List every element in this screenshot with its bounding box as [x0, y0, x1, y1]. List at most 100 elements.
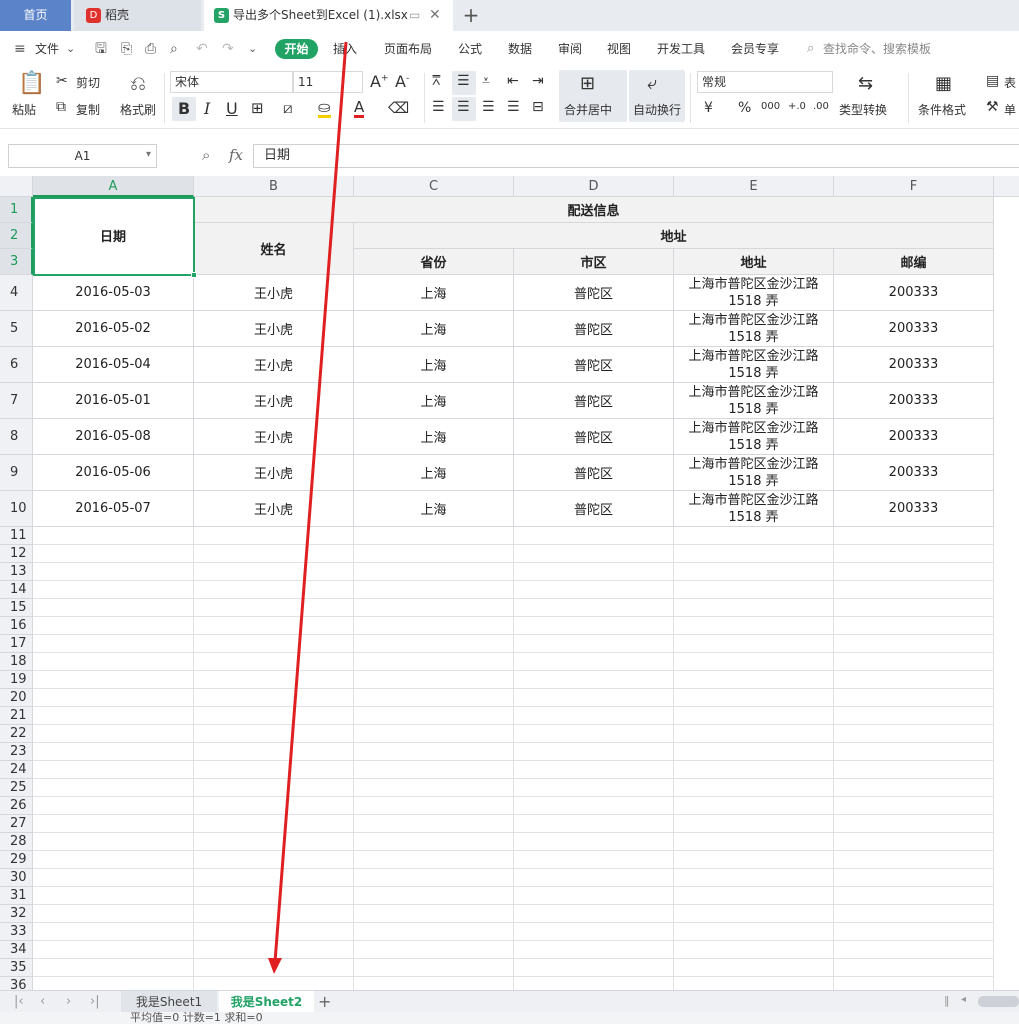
- paste-icon[interactable]: 📋: [18, 71, 45, 96]
- table-style-button[interactable]: 表: [1004, 74, 1016, 91]
- undo-icon[interactable]: ↶: [196, 40, 208, 58]
- copy-button[interactable]: 复制: [76, 101, 100, 118]
- split-handle-icon[interactable]: ‖: [944, 994, 950, 1007]
- cell-style-button[interactable]: 单: [1004, 101, 1016, 118]
- format-painter-icon[interactable]: ⎌: [130, 71, 146, 95]
- copy-icon[interactable]: ⧉: [56, 99, 66, 115]
- row-header-7[interactable]: 7: [0, 383, 33, 419]
- row-header-28[interactable]: 28: [0, 833, 33, 851]
- table-cell[interactable]: 200333: [834, 311, 994, 347]
- sheet-tab-2[interactable]: 我是Sheet2: [219, 991, 314, 1013]
- table-cell[interactable]: 2016-05-07: [33, 491, 194, 527]
- scroll-left-icon[interactable]: ◂: [961, 994, 966, 1005]
- row-header-17[interactable]: 17: [0, 635, 33, 653]
- menu-insert[interactable]: 插入: [333, 40, 357, 58]
- last-sheet-icon[interactable]: ›|: [90, 994, 100, 1009]
- align-middle-icon[interactable]: ☰: [457, 73, 470, 89]
- add-sheet-button[interactable]: +: [318, 992, 331, 1011]
- cell-district-header[interactable]: 市区: [514, 249, 674, 275]
- table-cell[interactable]: 上海市普陀区金沙江路 1518 弄: [674, 455, 834, 491]
- table-cell[interactable]: 王小虎: [194, 311, 354, 347]
- save-icon[interactable]: 🖫: [95, 40, 107, 58]
- table-cell[interactable]: 上海市普陀区金沙江路 1518 弄: [674, 275, 834, 311]
- table-cell[interactable]: 普陀区: [514, 347, 674, 383]
- export-icon[interactable]: ⎘: [121, 40, 132, 58]
- table-cell[interactable]: 上海: [354, 419, 514, 455]
- row-header-33[interactable]: 33: [0, 923, 33, 941]
- close-icon[interactable]: ✕: [429, 0, 441, 31]
- row-header-25[interactable]: 25: [0, 779, 33, 797]
- type-convert-button[interactable]: 类型转换: [839, 101, 887, 118]
- cell-style-icon[interactable]: ⚒: [986, 99, 999, 115]
- table-cell[interactable]: 200333: [834, 419, 994, 455]
- table-cell[interactable]: 上海市普陀区金沙江路 1518 弄: [674, 383, 834, 419]
- menu-start[interactable]: 开始: [275, 39, 318, 59]
- column-header-d[interactable]: D: [514, 176, 674, 197]
- border-icon[interactable]: ⊞: [251, 99, 264, 117]
- menu-view[interactable]: 视图: [607, 40, 631, 58]
- cut-button[interactable]: 剪切: [76, 74, 100, 91]
- row-header-4[interactable]: 4: [0, 275, 33, 311]
- indent-decrease-icon[interactable]: ⇤: [507, 73, 519, 89]
- column-header-g[interactable]: [994, 176, 1019, 197]
- table-cell[interactable]: 上海市普陀区金沙江路 1518 弄: [674, 311, 834, 347]
- distributed-icon[interactable]: ⊟: [532, 99, 544, 115]
- row-header-9[interactable]: 9: [0, 455, 33, 491]
- table-style-icon[interactable]: ▤: [986, 73, 999, 89]
- table-cell[interactable]: 上海市普陀区金沙江路 1518 弄: [674, 347, 834, 383]
- column-header-e[interactable]: E: [674, 176, 834, 197]
- row-header-31[interactable]: 31: [0, 887, 33, 905]
- search-icon[interactable]: ⌕: [807, 40, 814, 58]
- worksheet-grid[interactable]: ABCDEF 1 2 3 4 5 6 7 8 9 10 11 12 13 14 15 16 17 18 19 20 21…: [0, 176, 1019, 990]
- fill-color-icon[interactable]: ⛀: [318, 99, 331, 118]
- chevron-down-icon[interactable]: ⌄: [66, 40, 75, 58]
- table-cell[interactable]: 200333: [834, 347, 994, 383]
- row-header-22[interactable]: 22: [0, 725, 33, 743]
- row-header-2[interactable]: 2: [0, 223, 33, 249]
- print-preview-icon[interactable]: ⌕: [170, 40, 178, 58]
- table-cell[interactable]: 200333: [834, 491, 994, 527]
- bold-button[interactable]: B: [178, 99, 190, 118]
- row-header-21[interactable]: 21: [0, 707, 33, 725]
- row-header-11[interactable]: 11: [0, 527, 33, 545]
- cell-address-group[interactable]: 地址: [354, 223, 994, 249]
- decrease-decimal-button[interactable]: .00: [813, 101, 829, 112]
- tab-file[interactable]: S 导出多个Sheet到Excel (1).xlsx ▭ ✕: [204, 0, 453, 31]
- row-header-30[interactable]: 30: [0, 869, 33, 887]
- row-header-19[interactable]: 19: [0, 671, 33, 689]
- font-size-select[interactable]: 11: [293, 71, 363, 93]
- row-header-34[interactable]: 34: [0, 941, 33, 959]
- merge-cells-icon[interactable]: ⊞: [580, 73, 595, 94]
- menu-data[interactable]: 数据: [508, 40, 532, 58]
- formula-input[interactable]: 日期: [253, 144, 1019, 168]
- wrap-text-button[interactable]: 自动换行: [633, 101, 681, 118]
- function-button[interactable]: fx: [229, 146, 243, 164]
- table-cell[interactable]: 上海: [354, 347, 514, 383]
- table-cell[interactable]: 王小虎: [194, 419, 354, 455]
- table-cell[interactable]: 王小虎: [194, 383, 354, 419]
- table-cell[interactable]: 2016-05-03: [33, 275, 194, 311]
- format-painter-button[interactable]: 格式刷: [120, 101, 156, 118]
- merge-center-button[interactable]: 合并居中: [564, 101, 612, 118]
- table-cell[interactable]: 王小虎: [194, 491, 354, 527]
- row-header-20[interactable]: 20: [0, 689, 33, 707]
- justify-icon[interactable]: ☰: [507, 99, 520, 115]
- row-header-8[interactable]: 8: [0, 419, 33, 455]
- align-right-icon[interactable]: ☰: [482, 99, 495, 115]
- table-cell[interactable]: 普陀区: [514, 275, 674, 311]
- select-all-corner[interactable]: [0, 176, 33, 197]
- hamburger-icon[interactable]: ≡: [14, 40, 26, 58]
- wrap-text-icon[interactable]: ⤶: [647, 73, 657, 94]
- table-cell[interactable]: 200333: [834, 383, 994, 419]
- table-cell[interactable]: 普陀区: [514, 419, 674, 455]
- table-cell[interactable]: 2016-05-02: [33, 311, 194, 347]
- name-box-dropdown-icon[interactable]: ▾: [146, 149, 151, 160]
- table-cell[interactable]: 上海: [354, 383, 514, 419]
- underline-button[interactable]: U: [226, 99, 238, 118]
- row-header-27[interactable]: 27: [0, 815, 33, 833]
- cell-delivery-info[interactable]: 配送信息: [194, 197, 994, 223]
- table-cell[interactable]: 200333: [834, 275, 994, 311]
- row-header-1[interactable]: 1: [0, 197, 33, 223]
- row-header-6[interactable]: 6: [0, 347, 33, 383]
- table-cell[interactable]: 王小虎: [194, 275, 354, 311]
